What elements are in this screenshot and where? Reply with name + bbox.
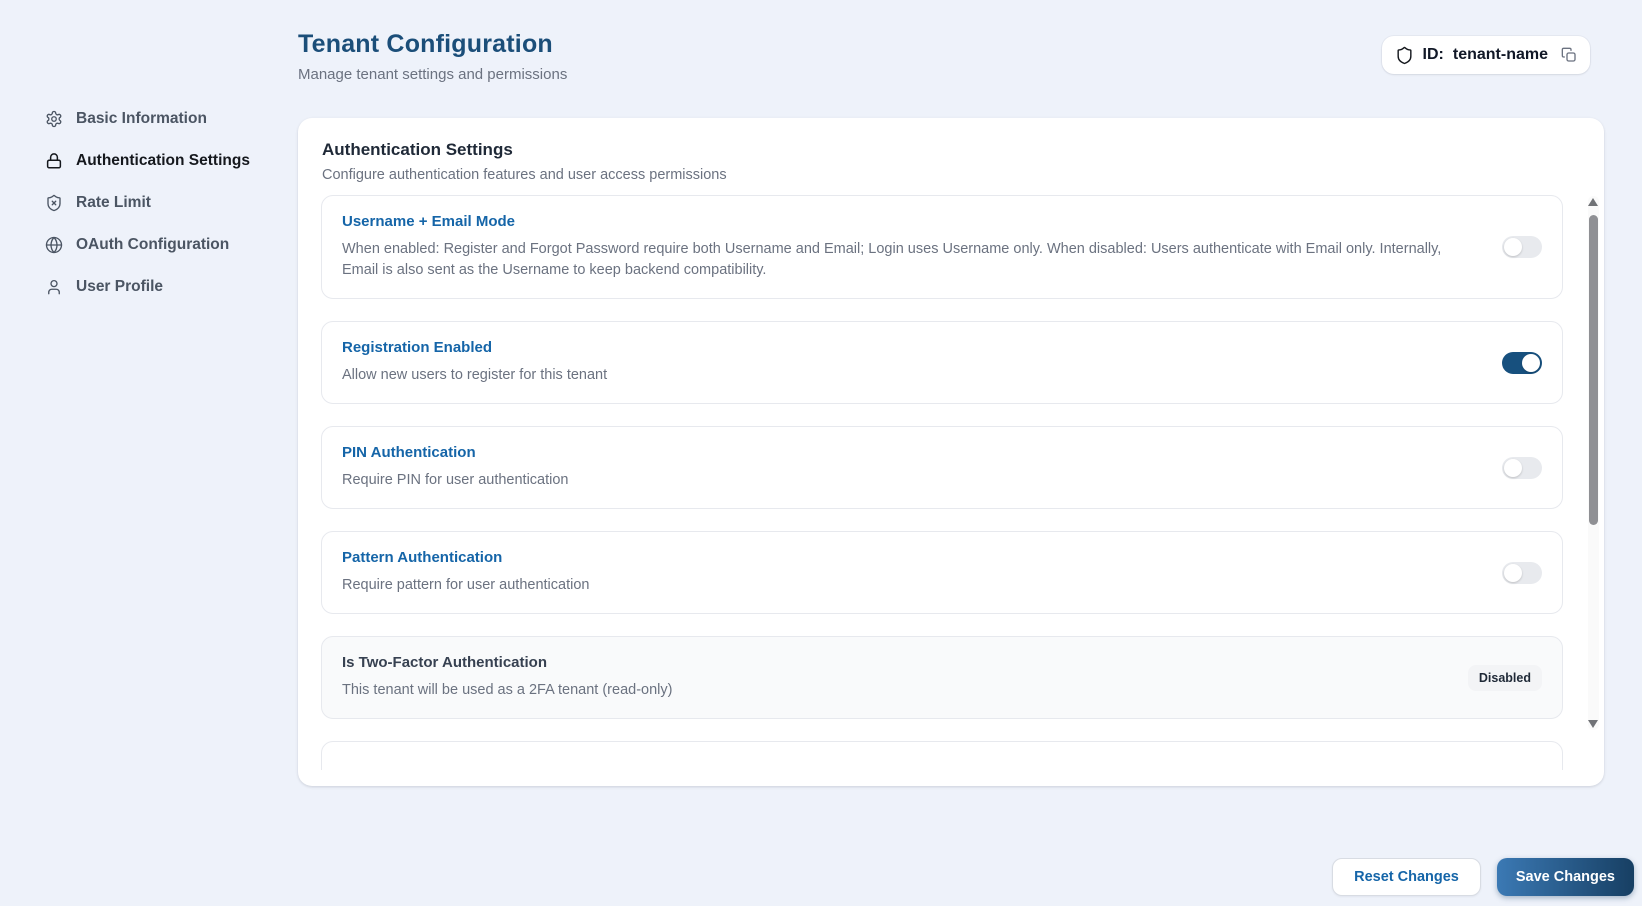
copy-tenant-id-button[interactable]: [1561, 47, 1577, 63]
toggle-pin-authentication[interactable]: [1502, 456, 1542, 479]
setting-title: Registration Enabled: [342, 339, 493, 357]
main-panel: Authentication Settings Configure authen…: [298, 118, 1604, 786]
setting-card: PIN Authentication Require PIN for user …: [321, 426, 1563, 510]
scroll-down-arrow[interactable]: [1588, 720, 1598, 728]
setting-description: When enabled: Register and Forgot Passwo…: [342, 241, 1442, 279]
setting-description: This tenant will be used as a 2FA tenant…: [342, 682, 673, 699]
panel-subtitle: Configure authentication features and us…: [322, 167, 727, 183]
setting-description: Require PIN for user authentication: [342, 472, 569, 489]
sidebar-item-label: User Profile: [76, 278, 164, 295]
globe-icon: [45, 236, 63, 254]
sidebar-item-authentication-settings[interactable]: Authentication Settings: [45, 140, 290, 182]
shield-icon: [1395, 46, 1414, 65]
panel-header: Authentication Settings Configure authen…: [298, 118, 1604, 183]
setting-description: Require pattern for user authentication: [342, 577, 590, 594]
sidebar-item-label: OAuth Configuration: [76, 236, 230, 253]
sidebar-item-label: Authentication Settings: [76, 152, 250, 169]
toggle-knob: [1504, 458, 1522, 477]
toggle-knob: [1522, 353, 1540, 372]
sidebar-item-label: Rate Limit: [76, 194, 151, 211]
gear-icon: [45, 110, 63, 128]
setting-title: Pattern Authentication: [342, 549, 503, 567]
page-title: Tenant Configuration: [298, 30, 553, 58]
tenant-id-value: tenant-name: [1452, 46, 1548, 63]
toggle-registration-enabled[interactable]: [1502, 351, 1542, 374]
tenant-id-label: ID:: [1422, 46, 1444, 63]
sidebar-item-user-profile[interactable]: User Profile: [45, 266, 290, 308]
setting-title: Is Two-Factor Authentication: [342, 654, 547, 672]
sidebar-item-basic-information[interactable]: Basic Information: [45, 98, 290, 140]
sidebar-item-label: Basic Information: [76, 110, 207, 127]
panel-title: Authentication Settings: [322, 140, 513, 159]
setting-description: Allow new users to register for this ten…: [342, 367, 608, 384]
setting-title: Username + Email Mode: [342, 213, 515, 230]
footer-actions: Reset Changes Save Changes: [1332, 858, 1634, 896]
sidebar-item-oauth-configuration[interactable]: OAuth Configuration: [45, 224, 290, 266]
page-header: Tenant Configuration Manage tenant setti…: [298, 30, 567, 83]
setting-card-partial: [321, 741, 1563, 770]
page-subtitle: Manage tenant settings and permissions: [298, 66, 568, 83]
sidebar: Basic Information Authentication Setting…: [45, 98, 290, 308]
vertical-scrollbar[interactable]: [1588, 196, 1599, 730]
settings-scroll-area: Username + Email Mode When enabled: Regi…: [321, 195, 1563, 770]
setting-title: PIN Authentication: [342, 444, 476, 462]
scrollbar-thumb[interactable]: [1589, 215, 1598, 525]
user-icon: [45, 278, 63, 296]
save-changes-button[interactable]: Save Changes: [1496, 858, 1634, 896]
sidebar-item-rate-limit[interactable]: Rate Limit: [45, 182, 290, 224]
setting-card: Registration Enabled Allow new users to …: [321, 321, 1563, 405]
copy-icon: [1561, 47, 1577, 63]
lock-icon: [45, 152, 63, 170]
setting-card: Is Two-Factor Authentication This tenant…: [321, 636, 1563, 720]
reset-changes-button[interactable]: Reset Changes: [1332, 858, 1481, 896]
toggle-knob: [1504, 238, 1522, 257]
toggle-knob: [1504, 563, 1522, 582]
setting-card: Pattern Authentication Require pattern f…: [321, 531, 1563, 615]
toggle-username-email-mode[interactable]: [1502, 236, 1542, 259]
setting-card: Username + Email Mode When enabled: Regi…: [321, 195, 1563, 300]
scroll-up-arrow[interactable]: [1588, 198, 1598, 206]
toggle-pattern-authentication[interactable]: [1502, 561, 1542, 584]
status-badge: Disabled: [1467, 664, 1542, 691]
tenant-id-badge: ID: tenant-name: [1381, 36, 1590, 74]
shield-x-icon: [45, 194, 63, 212]
